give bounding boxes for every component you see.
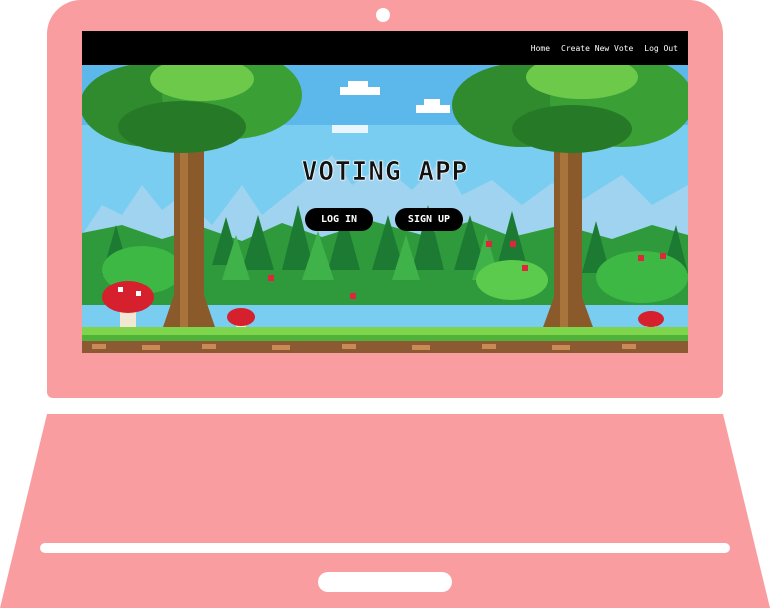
nav-logout-link[interactable]: Log Out — [644, 44, 678, 53]
nav-home-link[interactable]: Home — [531, 44, 550, 53]
nav-create-vote-link[interactable]: Create New Vote — [561, 44, 633, 53]
top-navbar: Home Create New Vote Log Out — [82, 31, 688, 65]
signup-button[interactable]: SIGN UP — [395, 208, 463, 231]
laptop-screen: Home Create New Vote Log Out VOTING APP … — [82, 31, 688, 353]
trackpad — [318, 572, 452, 592]
login-button[interactable]: LOG IN — [305, 208, 373, 231]
laptop-hinge — [47, 398, 723, 414]
webcam-icon — [376, 8, 390, 22]
app-title: VOTING APP — [301, 157, 469, 188]
laptop-illustration: Home Create New Vote Log Out VOTING APP … — [0, 0, 770, 608]
laptop-front-edge — [40, 543, 730, 553]
hero-button-row: LOG IN SIGN UP — [82, 208, 688, 232]
